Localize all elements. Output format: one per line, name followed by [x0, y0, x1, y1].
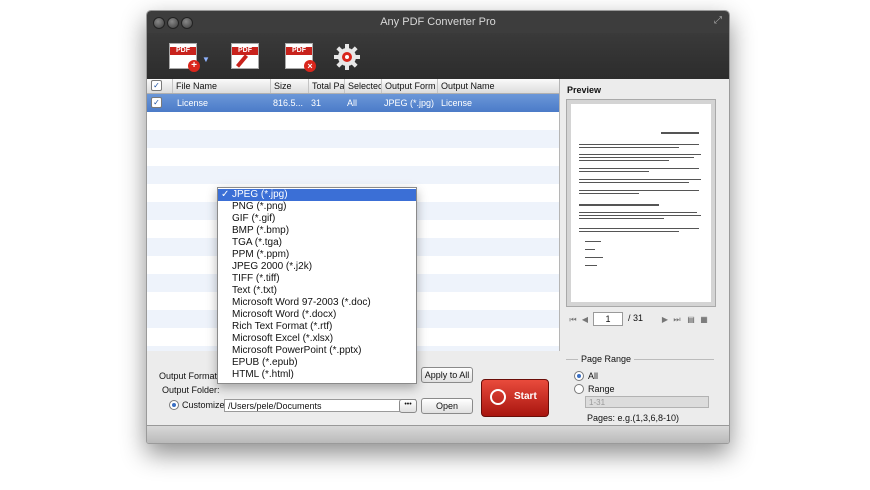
page-range-title: Page Range	[578, 354, 635, 364]
format-option-ppm[interactable]: PPM (*.ppm)	[218, 249, 416, 261]
output-format-dropdown[interactable]: ✓ JPEG (*.jpg) PNG (*.png) GIF (*.gif) BM…	[217, 187, 417, 384]
page-range-group: Page Range All Range 1-31 Pages: e.g.(1,…	[566, 354, 714, 423]
column-output-name[interactable]: Output Name	[437, 79, 559, 93]
format-option-png[interactable]: PNG (*.png)	[218, 201, 416, 213]
first-page-icon[interactable]: ⏮	[568, 315, 578, 325]
cell-size: 816.5...	[273, 98, 304, 108]
fullscreen-icon[interactable]: ⤢	[713, 16, 723, 26]
apply-to-all-button[interactable]: Apply to All	[421, 367, 473, 383]
preview-frame	[566, 99, 716, 307]
toolbar: PDF + ▼ PDF PDF ×	[147, 33, 729, 79]
column-file-name[interactable]: File Name	[172, 79, 270, 93]
table-row[interactable]: ✓ License 816.5... 31 All JPEG (*.jpg) L…	[147, 94, 559, 112]
range-custom-label: Range	[588, 384, 615, 394]
format-option-text[interactable]: Text (*.txt)	[218, 285, 416, 297]
cell-file-name: License	[177, 98, 209, 108]
format-option-jpeg2000[interactable]: JPEG 2000 (*.j2k)	[218, 261, 416, 273]
double-page-view-icon[interactable]: ▦	[699, 315, 709, 325]
column-total-pages[interactable]: Total Pa	[308, 79, 344, 93]
range-custom-radio[interactable]	[574, 384, 584, 394]
settings-gear-icon[interactable]	[333, 43, 361, 71]
customize-label: Customize:	[182, 400, 228, 410]
next-page-icon[interactable]: ▶	[660, 315, 670, 325]
format-option-gif[interactable]: GIF (*.gif)	[218, 213, 416, 225]
open-folder-button[interactable]: Open	[421, 398, 473, 414]
page-range-input[interactable]: 1-31	[585, 396, 709, 408]
empty-row	[147, 130, 559, 148]
column-output-format[interactable]: Output Form	[381, 79, 437, 93]
minimize-window-button[interactable]	[167, 17, 179, 29]
column-size[interactable]: Size	[270, 79, 308, 93]
format-option-pptx[interactable]: Microsoft PowerPoint (*.pptx)	[218, 345, 416, 357]
window-title: Any PDF Converter Pro	[380, 16, 496, 28]
page-range-hint: Pages: e.g.(1,3,6,8-10)	[587, 413, 680, 423]
format-option-rtf[interactable]: Rich Text Format (*.rtf)	[218, 321, 416, 333]
cell-total-pages: 31	[311, 98, 322, 108]
preview-panel: Preview ⏮ ◀ 1 / 31 ▶ ⏭ ▤ ▦ Page Range Al…	[560, 79, 729, 425]
range-all-label: All	[588, 371, 599, 381]
format-option-jpeg[interactable]: ✓ JPEG (*.jpg)	[218, 189, 416, 201]
empty-row	[147, 166, 559, 184]
format-option-bmp[interactable]: BMP (*.bmp)	[218, 225, 416, 237]
output-format-label: Output Format:	[159, 371, 220, 381]
format-option-docx[interactable]: Microsoft Word (*.docx)	[218, 309, 416, 321]
status-bar	[147, 425, 729, 443]
edit-pdf-icon: PDF	[231, 43, 259, 69]
column-selected[interactable]: Selectec	[344, 79, 381, 93]
add-pdf-button[interactable]: PDF +	[165, 41, 200, 72]
previous-page-icon[interactable]: ◀	[580, 315, 590, 325]
table-header: ✓ File Name Size Total Pa Selectec Outpu…	[147, 79, 559, 94]
format-option-tiff[interactable]: TIFF (*.tiff)	[218, 273, 416, 285]
convert-refresh-icon	[490, 389, 506, 405]
remove-pdf-button[interactable]: PDF ×	[281, 41, 316, 72]
close-window-button[interactable]	[153, 17, 165, 29]
format-option-tga[interactable]: TGA (*.tga)	[218, 237, 416, 249]
title-bar: Any PDF Converter Pro ⤢	[147, 11, 729, 33]
range-all-radio[interactable]	[574, 371, 584, 381]
output-path-field[interactable]: /Users/pele/Documents	[224, 399, 416, 412]
add-pdf-icon: PDF +	[169, 43, 200, 72]
total-pages-label: / 31	[628, 313, 644, 323]
output-folder-label: Output Folder:	[162, 385, 220, 395]
add-menu-arrow-icon[interactable]: ▼	[202, 55, 210, 64]
cell-output-name: License	[441, 98, 473, 108]
select-all-checkbox[interactable]: ✓	[151, 80, 162, 91]
format-option-html[interactable]: HTML (*.html)	[218, 369, 416, 381]
customize-radio[interactable]	[169, 400, 179, 410]
page-number-field[interactable]: 1	[593, 312, 623, 326]
last-page-icon[interactable]: ⏭	[672, 315, 682, 325]
format-option-doc[interactable]: Microsoft Word 97-2003 (*.doc)	[218, 297, 416, 309]
preview-title: Preview	[567, 85, 602, 95]
browse-button[interactable]: •••	[399, 399, 417, 413]
zoom-window-button[interactable]	[181, 17, 193, 29]
format-option-xlsx[interactable]: Microsoft Excel (*.xlsx)	[218, 333, 416, 345]
cell-selected: All	[347, 98, 358, 108]
cell-output-format[interactable]: JPEG (*.jpg)	[384, 94, 434, 112]
format-option-epub[interactable]: EPUB (*.epub)	[218, 357, 416, 369]
row-checkbox[interactable]: ✓	[151, 97, 162, 108]
start-label: Start	[514, 391, 537, 402]
edit-pdf-button[interactable]: PDF	[227, 41, 261, 71]
preview-page-thumbnail	[571, 104, 711, 302]
single-page-view-icon[interactable]: ▤	[686, 315, 696, 325]
start-button[interactable]: Start	[481, 379, 549, 417]
remove-pdf-icon: PDF ×	[285, 43, 316, 72]
